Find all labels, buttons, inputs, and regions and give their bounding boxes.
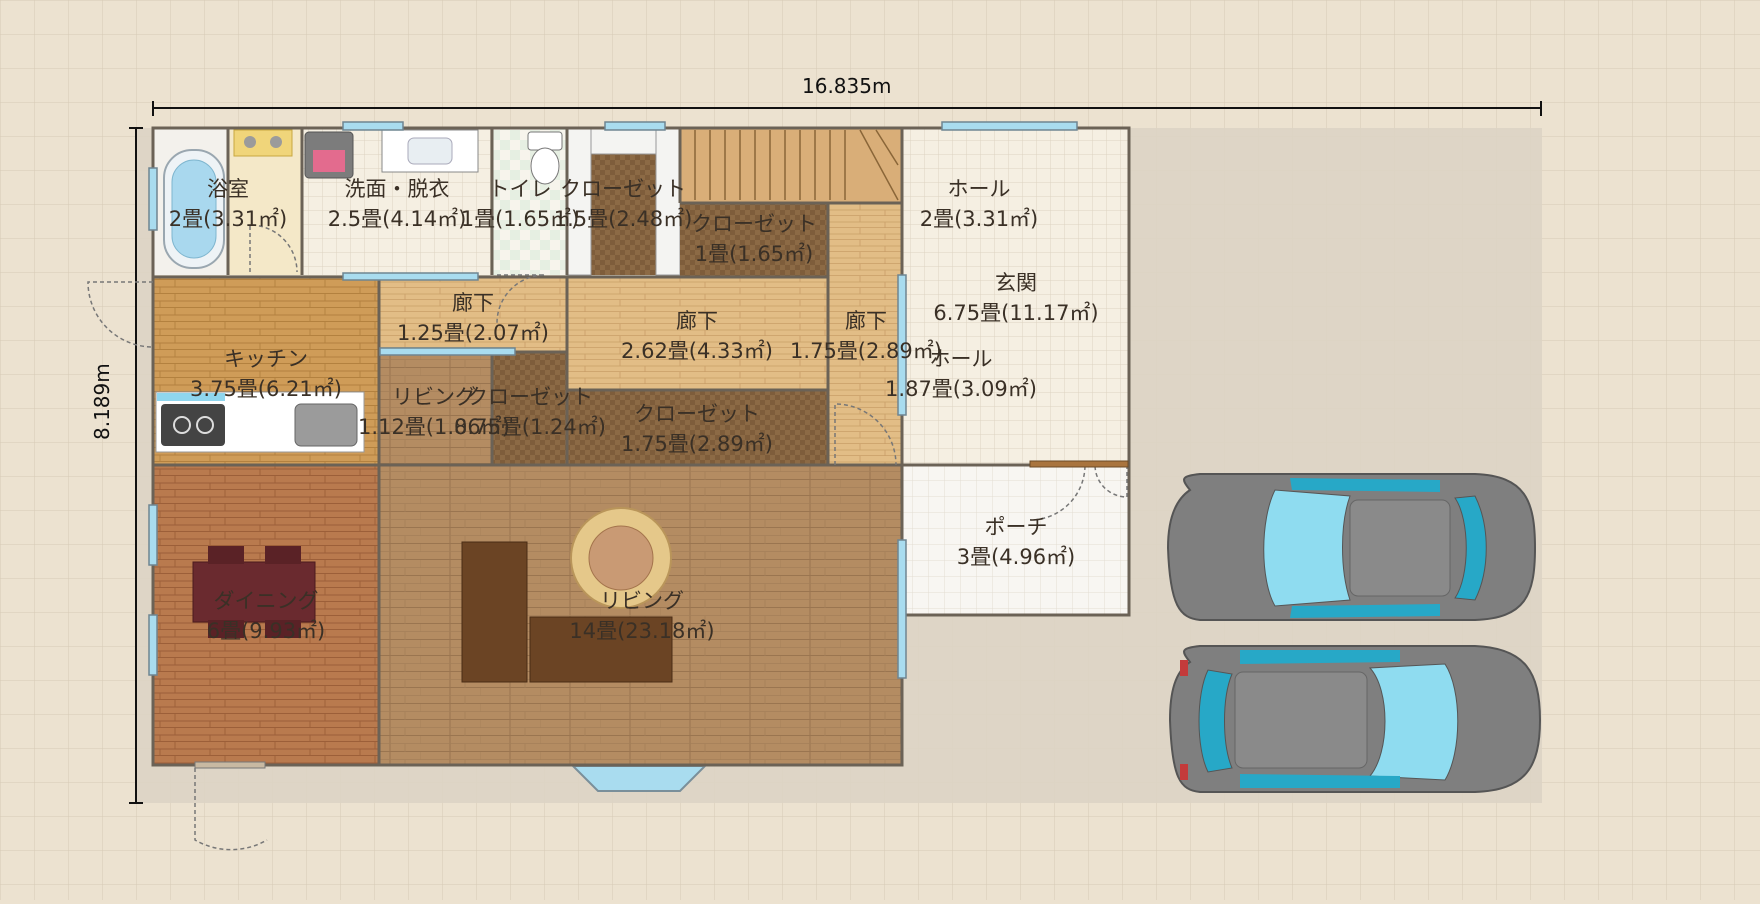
coffee-table[interactable] (588, 525, 654, 591)
room-area: 2畳(3.31㎡) (168, 207, 288, 231)
door-threshold (194, 761, 266, 769)
room-area: 0.75畳(1.24㎡) (454, 415, 606, 439)
room-label-living[interactable]: リビング 14畳(23.18㎡) (569, 586, 714, 646)
floor-plan-svg (0, 0, 1760, 900)
car-top[interactable] (1166, 473, 1537, 621)
room-area: 1.5畳(2.48㎡) (553, 207, 693, 231)
car-tail-light (1180, 660, 1188, 676)
room-name: 玄関 (994, 271, 1037, 295)
room-label-closet-mid[interactable]: クローゼット 1畳(1.65㎡) (691, 209, 817, 269)
room-area: 1.25畳(2.07㎡) (397, 321, 549, 345)
shower-knob (244, 136, 256, 148)
room-area: 14畳(23.18㎡) (569, 619, 715, 643)
window-closet[interactable] (604, 121, 666, 131)
room-label-hallway-a[interactable]: 廊下 1.25畳(2.07㎡) (397, 288, 549, 348)
room-area: 2.5畳(4.14㎡) (327, 207, 467, 231)
room-area: 1.75畳(2.89㎡) (621, 432, 773, 456)
kitchen-sink[interactable] (294, 403, 358, 447)
sofa-left[interactable] (461, 541, 528, 683)
dining-chair[interactable] (208, 546, 244, 564)
room-name: ホール (947, 177, 1011, 201)
width-dimension-label: 16.835m (802, 74, 892, 98)
room-area: 3.75畳(6.21㎡) (190, 377, 342, 401)
car-roof (1234, 671, 1368, 769)
room-area: 2畳(3.31㎡) (919, 207, 1039, 231)
window-bath[interactable] (148, 167, 158, 231)
washing-machine-panel (313, 150, 345, 172)
room-area: 2.62畳(4.33㎡) (621, 339, 773, 363)
car-roof (1349, 499, 1451, 597)
room-name: 廊下 (452, 291, 494, 315)
window-living[interactable] (897, 539, 907, 679)
room-name: ポーチ (984, 515, 1048, 539)
wash-basin-bowl (407, 137, 453, 165)
room-area: 6.75畳(11.17㎡) (933, 301, 1099, 325)
room-label-closet-low[interactable]: クローゼット 1.75畳(2.89㎡) (621, 399, 773, 459)
room-label-porch[interactable]: ポーチ 3畳(4.96㎡) (957, 512, 1076, 572)
room-name: 洗面・脱衣 (344, 177, 450, 201)
room-name: クローゼット (559, 177, 686, 201)
car-side-window (1290, 604, 1440, 618)
window-dining-1[interactable] (148, 504, 158, 566)
room-label-dining[interactable]: ダイニング 6畳(9.93㎡) (207, 586, 326, 646)
room-label-hall-top[interactable]: ホール 2畳(3.31㎡) (920, 174, 1039, 234)
room-name: ダイニング (213, 589, 319, 613)
room-name: 廊下 (676, 309, 718, 333)
room-area: 1畳(1.65㎡) (694, 242, 814, 266)
entrance-step (1029, 460, 1129, 468)
room-name: 浴室 (206, 177, 249, 201)
room-name: クローゼット (467, 385, 593, 409)
room-label-closet-top[interactable]: クローゼット 1.5畳(2.48㎡) (554, 174, 693, 234)
dining-chair[interactable] (265, 546, 301, 564)
toilet-tank (527, 131, 563, 151)
car-windshield (1263, 489, 1351, 607)
car-side-window (1240, 774, 1400, 788)
room-name: 廊下 (845, 309, 887, 333)
room-name: キッチン (224, 347, 308, 371)
car-tail-light (1180, 764, 1188, 780)
car-side-window (1290, 478, 1440, 492)
room-area: 1.87畳(3.09㎡) (885, 377, 1037, 401)
shower-faucet[interactable] (233, 129, 293, 157)
room-area: 6畳(9.93㎡) (206, 619, 326, 643)
window-hall[interactable] (941, 121, 1078, 131)
room-label-bath[interactable]: 浴室 2畳(3.31㎡) (169, 174, 288, 234)
height-dimension-label: 8.189m (90, 363, 114, 440)
window-interior (342, 272, 479, 281)
room-area: 1.75畳(2.89㎡) (790, 339, 942, 363)
stove-top[interactable] (161, 404, 225, 446)
shower-knob (270, 136, 282, 148)
car-bottom[interactable] (1168, 645, 1542, 793)
room-label-entrance[interactable]: 玄関 6.75畳(11.17㎡) (933, 268, 1098, 328)
car-side-window (1240, 650, 1400, 664)
room-name: リビング (599, 589, 684, 613)
room-label-closet-small[interactable]: クローゼット 0.75畳(1.24㎡) (454, 382, 606, 442)
room-label-kitchen[interactable]: キッチン 3.75畳(6.21㎡) (190, 344, 342, 404)
room-name: クローゼット (691, 212, 817, 236)
window-interior-2 (379, 347, 516, 356)
room-name: クローゼット (634, 402, 760, 426)
floor-plan-canvas: 16.835m 8.189m 浴室 2畳(3.31㎡) 洗面・脱衣 2.5畳(4… (0, 0, 1760, 900)
window-dining-2[interactable] (148, 614, 158, 676)
room-area: 3畳(4.96㎡) (956, 545, 1076, 569)
window-washroom[interactable] (342, 121, 404, 131)
room-label-hallway-c[interactable]: 廊下 1.75畳(2.89㎡) (790, 306, 942, 366)
room-label-hallway-b[interactable]: 廊下 2.62畳(4.33㎡) (621, 306, 773, 366)
room-label-washroom[interactable]: 洗面・脱衣 2.5畳(4.14㎡) (328, 174, 467, 234)
stairs[interactable] (680, 128, 902, 203)
